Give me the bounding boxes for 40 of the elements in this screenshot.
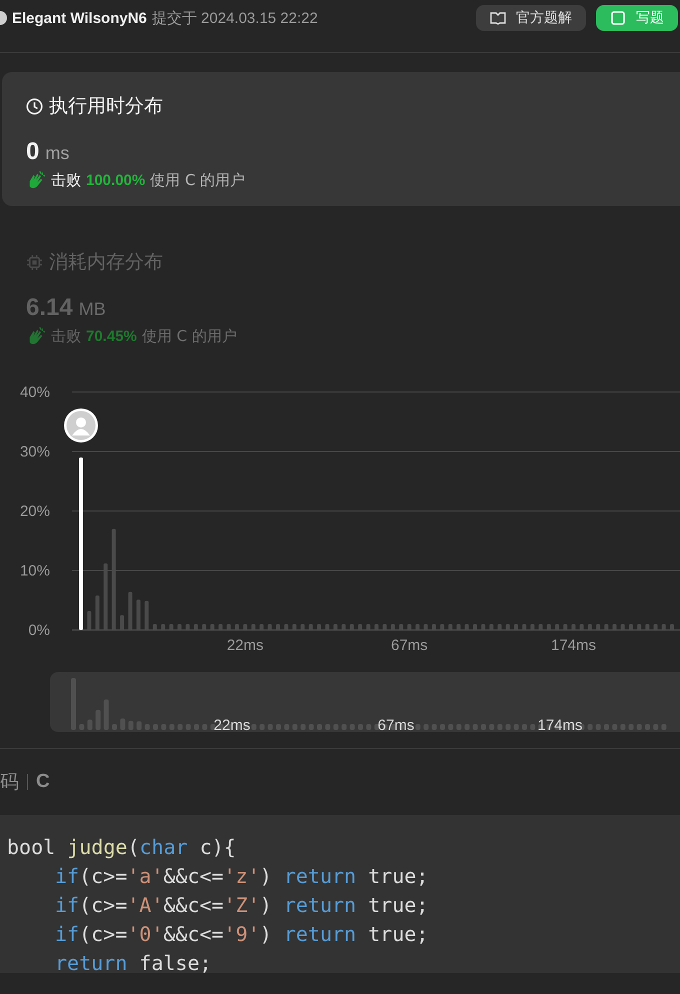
- x-axis-label: 67ms: [391, 637, 428, 654]
- stat-unit: ms: [45, 143, 70, 164]
- clock-icon: [26, 98, 43, 114]
- user-name[interactable]: Elegant WilsonyN6: [12, 10, 147, 26]
- chip-icon: [26, 254, 43, 270]
- beats-label: 击败: [51, 326, 81, 346]
- code-title: 码: [0, 770, 19, 795]
- overview-label: 174ms: [537, 717, 583, 732]
- y-axis-label: 10%: [20, 562, 50, 580]
- beats-description: 使用 C 的用户: [150, 170, 246, 190]
- beats-label: 击败: [51, 170, 81, 190]
- beats-percent: 100.00%: [86, 172, 146, 188]
- section-title: 消耗内存分布: [49, 250, 163, 275]
- y-axis-label: 20%: [20, 503, 50, 520]
- runtime-card[interactable]: 执行用时分布 0 ms 击败 100.00% 使用 C 的用户: [2, 72, 680, 206]
- beats-description: 使用 C 的用户: [142, 326, 237, 346]
- code-line: if(c>='0'&&c<='9') return true;: [54, 921, 430, 948]
- code-line: bool judge(char c){: [7, 834, 237, 861]
- code-line: if(c>='A'&&c<='Z') return true;: [54, 892, 430, 919]
- stat-value: 0: [26, 138, 40, 166]
- section-title: 执行用时分布: [49, 94, 163, 119]
- solution-button[interactable]: 官方题解: [476, 5, 586, 31]
- beats-percent: 70.45%: [86, 328, 137, 344]
- code-line: if(c>='a'&&c<='z') return true;: [54, 863, 430, 890]
- y-axis-label: 40%: [20, 384, 50, 401]
- book-icon: [490, 10, 506, 26]
- overview-panel[interactable]: 22ms 67ms 174ms: [50, 672, 680, 732]
- edit-icon: [610, 10, 626, 26]
- submit-time: 提交于 2024.03.15 22:22: [152, 8, 318, 28]
- y-axis-label: 30%: [20, 444, 50, 460]
- x-axis-label: 22ms: [226, 637, 264, 654]
- user-avatar: [64, 408, 98, 442]
- overview-label: 67ms: [378, 717, 414, 732]
- stat-value: 6.14: [26, 294, 73, 322]
- stat-unit: MB: [78, 299, 106, 320]
- code-language: C: [36, 771, 50, 793]
- overview-label: 22ms: [214, 717, 250, 732]
- code-line: return false;: [54, 950, 213, 973]
- x-axis-label: 174ms: [550, 637, 596, 654]
- y-axis-label: 0%: [28, 622, 50, 639]
